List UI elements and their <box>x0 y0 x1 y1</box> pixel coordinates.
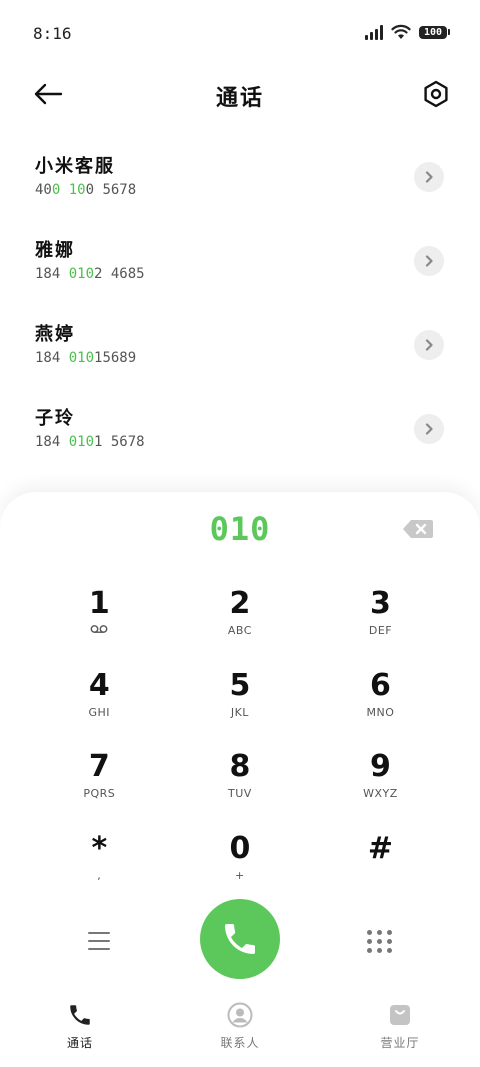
key-digit: 8 <box>229 749 251 785</box>
key-digit: 1 <box>88 586 110 621</box>
key-9[interactable]: 9 WXYZ <box>310 745 451 827</box>
tab-label: 联系人 <box>220 1036 260 1050</box>
chevron-right-icon <box>425 255 433 267</box>
key-letters: TUV <box>227 787 252 801</box>
contact-detail-button[interactable] <box>414 414 444 444</box>
key-6[interactable]: 6 MNO <box>310 664 451 746</box>
key-1[interactable]: 1 <box>29 582 170 664</box>
action-row <box>0 897 480 985</box>
chevron-right-icon <box>425 423 433 435</box>
keypad: 1 2 ABC 3 DEF 4 GHI 5 JKL 6 MNO 7 PQRS 8… <box>29 582 451 909</box>
contact-list: 小米客服 400 100 5678 雅娜 184 0102 4685 燕婷 18… <box>0 140 480 476</box>
key-3[interactable]: 3 DEF <box>310 582 451 664</box>
key-letters: GHI <box>88 705 111 719</box>
key-letters: , <box>97 869 102 883</box>
key-letters <box>90 624 108 638</box>
battery-level: 100 <box>418 25 447 39</box>
key-letters: WXYZ <box>363 787 398 801</box>
page-title: 通话 <box>215 86 264 111</box>
signal-icon <box>364 24 383 40</box>
menu-icon-line <box>88 932 110 934</box>
menu-icon-line <box>88 948 110 950</box>
key-5[interactable]: 5 JKL <box>170 664 311 746</box>
tab-calls[interactable]: 通话 <box>0 988 160 1067</box>
contact-number: 184 0101 5678 <box>35 434 145 450</box>
key-digit: 0 <box>229 831 251 867</box>
contact-name: 子玲 <box>35 408 75 429</box>
contact-detail-button[interactable] <box>414 330 444 360</box>
tab-label: 通话 <box>66 1036 93 1050</box>
contact-icon <box>227 1002 253 1028</box>
contact-row[interactable]: 燕婷 184 01015689 <box>0 308 480 392</box>
backspace-icon <box>403 520 433 538</box>
key-digit: 4 <box>88 667 110 703</box>
key-4[interactable]: 4 GHI <box>29 664 170 746</box>
phone-icon <box>70 1005 90 1025</box>
contact-name: 小米客服 <box>35 156 115 177</box>
key-digit: 2 <box>229 586 251 621</box>
contact-number: 184 01015689 <box>35 350 137 366</box>
key-7[interactable]: 7 PQRS <box>29 745 170 827</box>
key-letters: + <box>235 869 245 883</box>
shopping-bag-icon <box>390 1005 410 1025</box>
dialer-panel: 010 1 2 ABC 3 DEF 4 GHI 5 JKL 6 MNO 7 PQ… <box>0 492 480 1067</box>
contact-detail-button[interactable] <box>414 162 444 192</box>
key-letters: PQRS <box>83 787 116 801</box>
keypad-toggle-button[interactable] <box>366 927 394 955</box>
key-8[interactable]: 8 TUV <box>170 745 311 827</box>
contact-name: 燕婷 <box>35 324 75 345</box>
tab-service-hall[interactable]: 营业厅 <box>320 988 480 1067</box>
chevron-right-icon <box>425 339 433 351</box>
contact-detail-button[interactable] <box>414 246 444 276</box>
contact-row[interactable]: 雅娜 184 0102 4685 <box>0 224 480 308</box>
key-2[interactable]: 2 ABC <box>170 582 311 664</box>
backspace-button[interactable] <box>402 518 434 540</box>
key-digit: 6 <box>370 667 391 703</box>
key-letters: ABC <box>227 624 252 637</box>
key-letters: JKL <box>230 705 249 719</box>
status-bar: 8:16 100 <box>0 0 480 66</box>
contact-number: 184 0102 4685 <box>35 266 145 282</box>
header: 通话 <box>0 66 480 122</box>
key-digit: 7 <box>88 749 110 785</box>
status-time: 8:16 <box>33 24 72 43</box>
status-icons: 100 <box>364 24 450 40</box>
key-digit: 5 <box>229 667 251 703</box>
key-digit: 9 <box>370 749 391 785</box>
contact-name: 雅娜 <box>35 240 75 261</box>
bottom-nav: 通话 联系人 营业厅 <box>0 988 480 1067</box>
tab-contacts[interactable]: 联系人 <box>160 988 320 1067</box>
settings-button[interactable] <box>418 76 454 112</box>
key-letters: DEF <box>368 624 393 637</box>
key-digit: * <box>91 831 108 867</box>
key-digit: 3 <box>370 586 391 621</box>
key-letters: MNO <box>366 705 395 719</box>
menu-button[interactable] <box>78 923 120 959</box>
battery-icon: 100 <box>418 25 450 39</box>
key-digit: # <box>367 831 394 867</box>
chevron-right-icon <box>425 171 433 183</box>
contact-row[interactable]: 子玲 184 0101 5678 <box>0 392 480 476</box>
contact-row[interactable]: 小米客服 400 100 5678 <box>0 140 480 224</box>
call-button[interactable] <box>200 899 280 979</box>
wifi-icon <box>391 24 411 39</box>
tab-label: 营业厅 <box>380 1036 420 1050</box>
phone-icon <box>225 924 255 954</box>
menu-icon-line <box>88 940 110 942</box>
settings-icon <box>424 80 448 108</box>
contact-number: 400 100 5678 <box>35 182 137 198</box>
voicemail-icon <box>90 625 108 633</box>
